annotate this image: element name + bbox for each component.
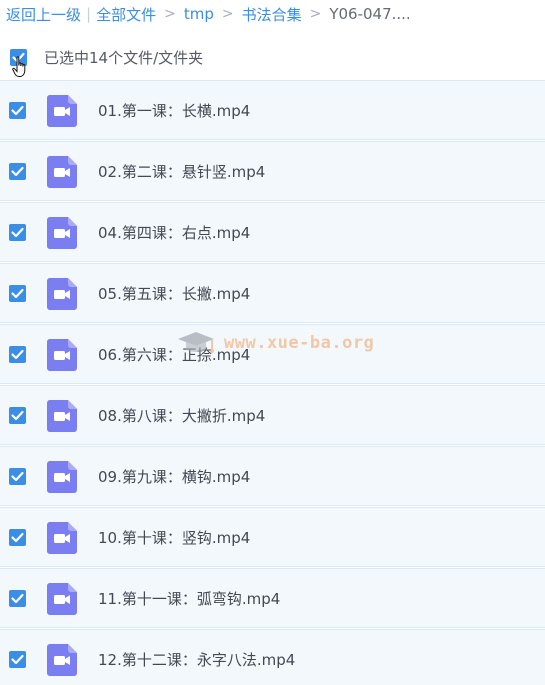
video-file-icon: [47, 522, 77, 554]
file-checkbox[interactable]: [9, 163, 26, 180]
back-link[interactable]: 返回上一级: [6, 4, 81, 25]
file-checkbox[interactable]: [9, 224, 26, 241]
file-name[interactable]: 09.第九课：横钩.mp4: [98, 466, 250, 487]
file-name[interactable]: 08.第八课：大撇折.mp4: [98, 405, 265, 426]
file-name[interactable]: 05.第五课：长撇.mp4: [98, 283, 250, 304]
file-name[interactable]: 02.第二课：悬针竖.mp4: [98, 161, 265, 182]
checkmark-icon: [11, 349, 24, 360]
video-file-icon: [47, 156, 77, 188]
breadcrumb-separator: >: [309, 6, 322, 22]
file-checkbox[interactable]: [9, 346, 26, 363]
file-row[interactable]: 05.第五课：长撇.mp4: [0, 263, 545, 323]
checkmark-icon: [11, 288, 24, 299]
breadcrumb-all-files[interactable]: 全部文件: [96, 4, 156, 25]
checkmark-icon: [11, 593, 24, 604]
video-file-icon: [47, 461, 77, 493]
video-file-icon: [47, 95, 77, 127]
file-checkbox[interactable]: [9, 651, 26, 668]
file-checkbox[interactable]: [9, 468, 26, 485]
file-list: 01.第一课：长横.mp4 02.第二课：悬针竖.mp4 04.第四课：右点.mp4…: [0, 80, 545, 685]
file-row[interactable]: 04.第四课：右点.mp4: [0, 202, 545, 262]
breadcrumb-current: Y06-047....: [329, 5, 411, 23]
file-checkbox[interactable]: [9, 529, 26, 546]
breadcrumb: 返回上一级 | 全部文件 > tmp > 书法合集 > Y06-047....: [6, 3, 411, 25]
file-name[interactable]: 11.第十一课：弧弯钩.mp4: [98, 588, 280, 609]
file-row[interactable]: 01.第一课：长横.mp4: [0, 80, 545, 140]
file-row[interactable]: 12.第十二课：永字八法.mp4: [0, 629, 545, 685]
breadcrumb-separator: >: [164, 6, 176, 22]
checkmark-icon: [11, 227, 24, 238]
video-file-icon: [47, 217, 77, 249]
file-name[interactable]: 06.第六课：正捺.mp4: [98, 344, 250, 365]
video-file-icon: [47, 644, 77, 676]
file-browser: 返回上一级 | 全部文件 > tmp > 书法合集 > Y06-047.... …: [0, 0, 545, 685]
breadcrumb-separator: >: [221, 6, 234, 22]
selection-count-label: 已选中14个文件/文件夹: [44, 49, 204, 67]
hand-pointer-icon: [12, 56, 26, 77]
breadcrumb-divider: |: [86, 5, 92, 23]
checkmark-icon: [11, 410, 24, 421]
checkmark-icon: [11, 471, 24, 482]
video-file-icon: [47, 339, 77, 371]
file-checkbox[interactable]: [9, 102, 26, 119]
breadcrumb-calligraphy[interactable]: 书法合集: [242, 4, 302, 25]
video-file-icon: [47, 278, 77, 310]
file-row[interactable]: 10.第十课：竖钩.mp4: [0, 507, 545, 567]
video-file-icon: [47, 400, 77, 432]
file-name[interactable]: 10.第十课：竖钩.mp4: [98, 527, 250, 548]
checkmark-icon: [11, 105, 24, 116]
file-row[interactable]: 11.第十一课：弧弯钩.mp4: [0, 568, 545, 628]
file-checkbox[interactable]: [9, 407, 26, 424]
file-checkbox[interactable]: [9, 285, 26, 302]
file-row[interactable]: 08.第八课：大撇折.mp4: [0, 385, 545, 445]
file-checkbox[interactable]: [9, 590, 26, 607]
file-name[interactable]: 12.第十二课：永字八法.mp4: [98, 649, 295, 670]
file-row[interactable]: 06.第六课：正捺.mp4: [0, 324, 545, 384]
checkmark-icon: [11, 532, 24, 543]
file-name[interactable]: 04.第四课：右点.mp4: [98, 222, 250, 243]
video-file-icon: [47, 583, 77, 615]
file-name[interactable]: 01.第一课：长横.mp4: [98, 100, 250, 121]
file-row[interactable]: 02.第二课：悬针竖.mp4: [0, 141, 545, 201]
checkmark-icon: [11, 166, 24, 177]
file-row[interactable]: 09.第九课：横钩.mp4: [0, 446, 545, 506]
select-all-bar: 已选中14个文件/文件夹: [0, 40, 545, 80]
checkmark-icon: [11, 654, 24, 665]
breadcrumb-tmp[interactable]: tmp: [184, 5, 214, 23]
